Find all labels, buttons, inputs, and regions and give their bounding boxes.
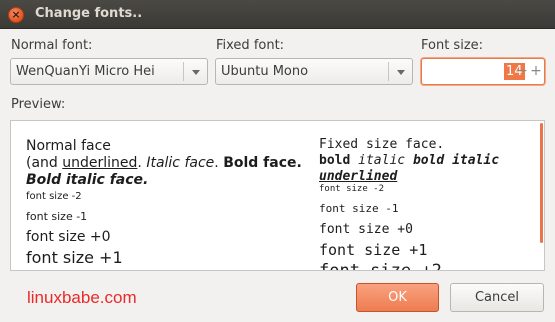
fixed-size-p2: font size +2 xyxy=(319,261,442,271)
normal-size-0: font size +0 xyxy=(26,229,111,245)
fixed-size-p1: font size +1 xyxy=(319,241,428,259)
normal-face-line: Normal face xyxy=(26,138,111,154)
fixed-font-value: Ubuntu Mono xyxy=(221,64,309,79)
close-icon[interactable]: × xyxy=(8,7,24,23)
ok-button[interactable]: OK xyxy=(356,283,439,312)
normal-styles-line: (and underlined. Italic face. Bold face. xyxy=(26,155,302,171)
normal-size-m1: font size -1 xyxy=(26,210,88,223)
fixed-styles-line: bold italic bold italic xyxy=(319,153,500,168)
combo-separator xyxy=(183,62,184,81)
fixed-face-line: Fixed size face. xyxy=(319,137,445,152)
font-size-label: Font size: xyxy=(421,38,484,53)
watermark: linuxbabe.com xyxy=(27,288,137,307)
chevron-down-icon[interactable] xyxy=(192,70,200,75)
normal-size-m2: font size -2 xyxy=(26,191,82,202)
fixed-font-select[interactable]: Ubuntu Mono xyxy=(215,58,413,85)
fixed-size-m2: font size -2 xyxy=(319,184,385,194)
normal-preview: Normal face (and underlined. Italic face… xyxy=(26,138,302,268)
font-size-spinbox[interactable]: 14 − + xyxy=(421,58,545,85)
fixed-size-m1: font size -1 xyxy=(319,202,399,215)
chevron-down-icon[interactable] xyxy=(397,70,405,75)
normal-font-select[interactable]: WenQuanYi Micro Hei xyxy=(10,58,208,85)
fixed-font-label: Fixed font: xyxy=(216,38,285,53)
normal-font-value: WenQuanYi Micro Hei xyxy=(16,64,155,79)
combo-separator xyxy=(388,62,389,81)
preview-scrollbar[interactable] xyxy=(540,123,543,243)
cancel-button[interactable]: Cancel xyxy=(450,283,544,312)
fixed-underlined-line: underlined xyxy=(319,169,398,184)
window-title: Change fonts.. xyxy=(35,6,143,21)
fixed-size-0: font size +0 xyxy=(319,222,413,237)
normal-size-p1: font size +1 xyxy=(26,248,123,267)
preview-pane: Normal face (and underlined. Italic face… xyxy=(10,120,545,271)
title-bar: × Change fonts.. xyxy=(0,0,555,29)
normal-bold-italic-line: Bold italic face. xyxy=(26,172,149,188)
preview-label: Preview: xyxy=(11,97,66,112)
fixed-preview: Fixed size face. bold italic bold italic… xyxy=(319,137,500,271)
increment-icon[interactable]: + xyxy=(530,62,542,80)
decrement-icon[interactable]: − xyxy=(516,62,528,80)
normal-font-label: Normal font: xyxy=(11,38,93,53)
